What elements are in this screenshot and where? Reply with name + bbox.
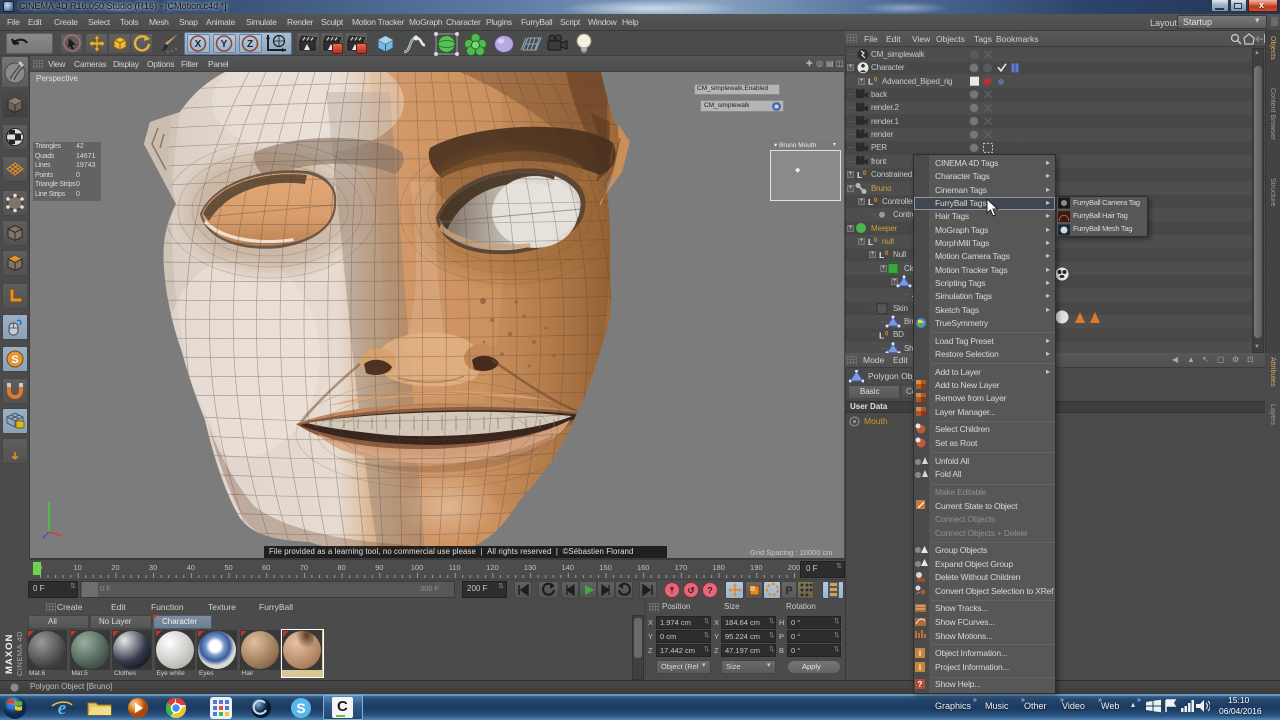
svg-text:140: 140 (562, 563, 575, 572)
svg-text:P: P (785, 585, 792, 596)
svg-text:L: L (868, 197, 873, 207)
svg-text:130: 130 (524, 563, 537, 572)
svg-text:150: 150 (599, 563, 612, 572)
svg-text:170: 170 (675, 563, 688, 572)
svg-text:i: i (919, 649, 921, 658)
svg-text:?: ? (707, 586, 713, 596)
svg-text:90: 90 (375, 563, 383, 572)
svg-text:S: S (296, 700, 305, 716)
svg-text:e: e (58, 698, 67, 718)
svg-text:L: L (857, 170, 862, 180)
svg-text:L: L (879, 330, 884, 340)
svg-text:120: 120 (486, 563, 499, 572)
svg-text:0: 0 (874, 198, 878, 204)
svg-text:110: 110 (449, 563, 461, 572)
svg-text:0: 0 (885, 251, 889, 257)
svg-text:30: 30 (149, 563, 157, 572)
svg-text:60: 60 (262, 563, 270, 572)
svg-text:100: 100 (411, 563, 424, 572)
svg-text:↺: ↺ (687, 586, 695, 596)
svg-text:190: 190 (750, 563, 763, 572)
svg-text:180: 180 (712, 563, 725, 572)
svg-text:200: 200 (788, 563, 801, 572)
svg-text:0: 0 (885, 331, 889, 337)
svg-text:Y: Y (221, 39, 228, 50)
svg-text:✱: ✱ (983, 77, 992, 89)
svg-text:L: L (879, 250, 884, 260)
svg-text:80: 80 (337, 563, 345, 572)
svg-text:0: 0 (874, 238, 878, 244)
svg-text:0: 0 (874, 78, 878, 84)
svg-text:L: L (868, 77, 873, 87)
svg-text:70: 70 (300, 563, 308, 572)
svg-text:0: 0 (863, 171, 867, 177)
svg-text:X: X (195, 39, 202, 50)
svg-text:i: i (919, 663, 921, 672)
svg-text:40: 40 (187, 563, 195, 572)
svg-text:❄: ❄ (997, 77, 1005, 87)
svg-text:50: 50 (224, 563, 232, 572)
svg-text:10: 10 (74, 563, 82, 572)
svg-text:S: S (11, 354, 18, 366)
svg-text:160: 160 (637, 563, 650, 572)
svg-text:Z: Z (247, 39, 253, 50)
svg-text:L: L (868, 237, 873, 247)
svg-text:?: ? (918, 680, 923, 689)
svg-text:20: 20 (111, 563, 119, 572)
